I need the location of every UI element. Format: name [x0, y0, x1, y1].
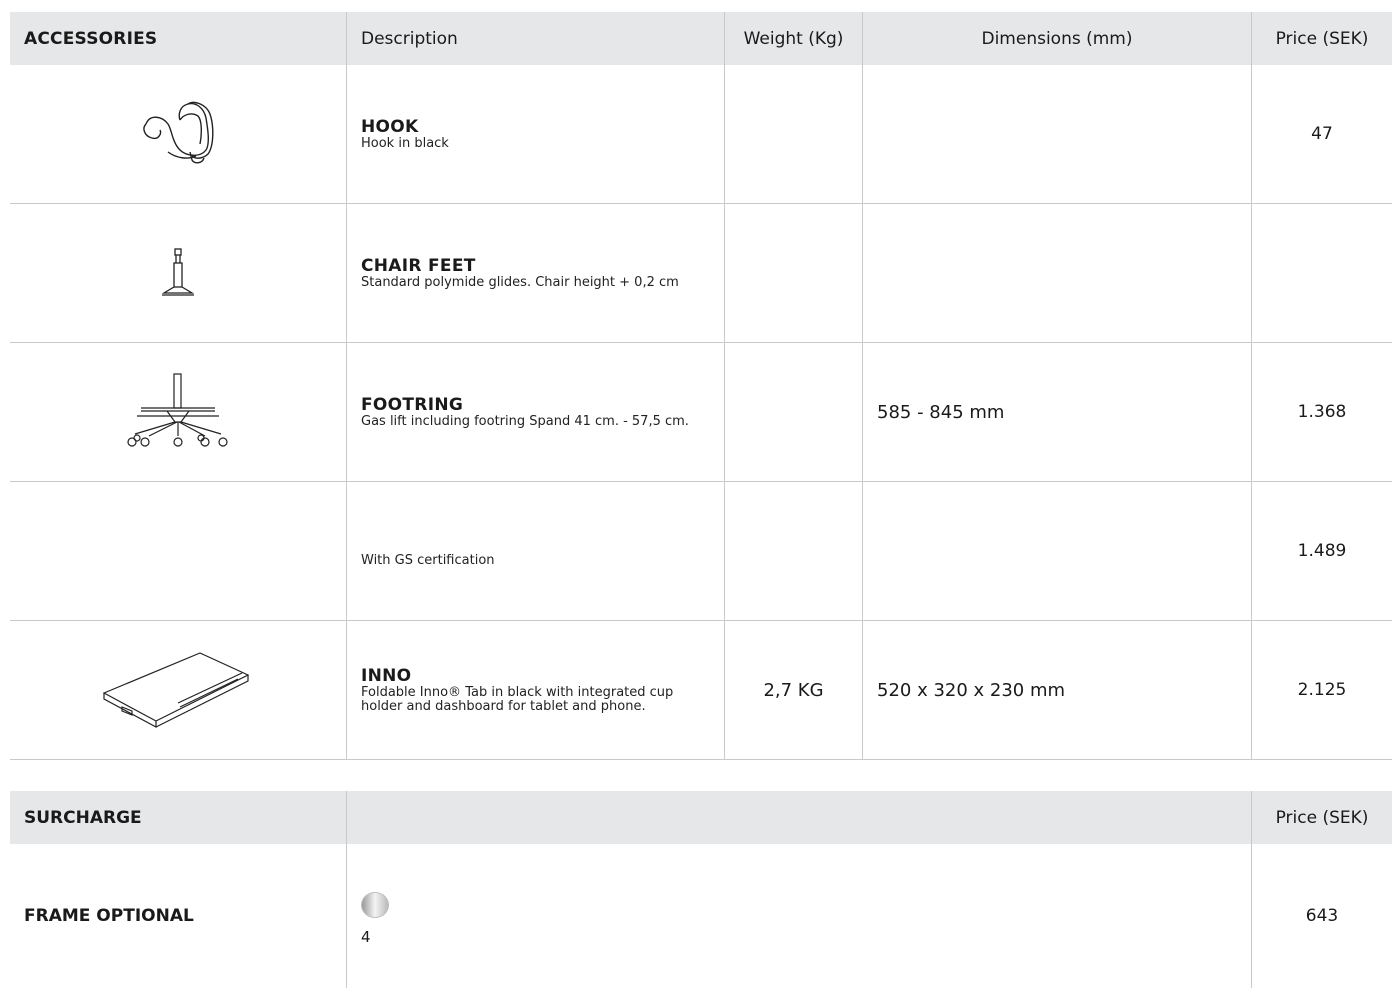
product-name: FOOTRING — [361, 395, 464, 415]
product-description-cell: INNO Foldable Inno® Tab in black with in… — [347, 621, 725, 759]
weight-header: Weight (Kg) — [725, 12, 863, 65]
chair-feet-icon — [161, 248, 195, 296]
product-description-cell: HOOK Hook in black — [347, 65, 725, 203]
hook-icon — [143, 101, 214, 164]
surcharge-price-value: 643 — [1305, 906, 1339, 926]
product-text: Gas lift including footring Spand 41 cm.… — [361, 414, 689, 429]
price-value — [1252, 204, 1392, 342]
dimensions-value: 585 - 845 mm — [863, 343, 1252, 481]
surcharge-table: SURCHARGE Price (SEK) FRAME OPTIONAL 4 6… — [10, 791, 1392, 988]
accessories-table: ACCESSORIES Description Weight (Kg) Dime… — [10, 12, 1392, 760]
table-row: FOOTRING Gas lift including footring Spa… — [10, 343, 1392, 482]
price-value: 1.489 — [1297, 541, 1347, 561]
dimensions-header: Dimensions (mm) — [863, 12, 1252, 65]
product-name: HOOK — [361, 117, 419, 137]
dimensions-value — [863, 482, 1252, 620]
weight-value — [725, 65, 863, 203]
tablet-tray-icon — [102, 652, 250, 729]
swatch-label: 4 — [361, 928, 371, 946]
surcharge-price-header: Price (SEK) — [1275, 807, 1369, 828]
weight-value — [725, 343, 863, 481]
table-row: FRAME OPTIONAL 4 643 — [10, 844, 1392, 988]
product-text: With GS certification — [361, 553, 495, 568]
dimensions-value — [863, 204, 1252, 342]
product-description-cell: FOOTRING Gas lift including footring Spa… — [347, 343, 725, 481]
product-image-cell — [10, 482, 347, 620]
dimensions-value — [863, 65, 1252, 203]
product-name: INNO — [361, 666, 412, 686]
table-row: INNO Foldable Inno® Tab in black with in… — [10, 621, 1392, 760]
swatch-cell: 4 — [347, 844, 1252, 988]
product-description-cell: CHAIR FEET Standard polymide glides. Cha… — [347, 204, 725, 342]
price-value: 1.368 — [1297, 402, 1347, 422]
surcharge-item-name: FRAME OPTIONAL — [10, 844, 347, 988]
description-header: Description — [347, 12, 725, 65]
chrome-swatch-icon — [361, 892, 389, 918]
surcharge-header-middle — [347, 791, 1252, 844]
product-text: Standard polymide glides. Chair height +… — [361, 275, 679, 290]
table-row: HOOK Hook in black 47 — [10, 65, 1392, 204]
product-text: Foldable Inno® Tab in black with integra… — [361, 685, 674, 714]
weight-value — [725, 482, 863, 620]
product-text: Hook in black — [361, 136, 449, 151]
product-image-cell — [10, 621, 347, 759]
price-value: 2.125 — [1297, 680, 1347, 700]
product-image-cell — [10, 204, 347, 342]
price-value: 47 — [1311, 124, 1333, 144]
surcharge-header-row: SURCHARGE Price (SEK) — [10, 791, 1392, 844]
weight-value — [725, 204, 863, 342]
footring-icon — [127, 373, 228, 447]
accessories-header-row: ACCESSORIES Description Weight (Kg) Dime… — [10, 12, 1392, 65]
table-row: CHAIR FEET Standard polymide glides. Cha… — [10, 204, 1392, 343]
weight-value: 2,7 KG — [725, 621, 863, 759]
product-image-cell — [10, 343, 347, 481]
table-row: With GS certification 1.489 — [10, 482, 1392, 621]
accessories-section-title: ACCESSORIES — [10, 12, 347, 65]
product-name: CHAIR FEET — [361, 256, 476, 276]
product-description-cell: With GS certification — [347, 482, 725, 620]
price-header: Price (SEK) — [1275, 28, 1369, 49]
surcharge-section-title: SURCHARGE — [10, 791, 347, 844]
dimensions-value: 520 x 320 x 230 mm — [863, 621, 1252, 759]
product-image-cell — [10, 65, 347, 203]
